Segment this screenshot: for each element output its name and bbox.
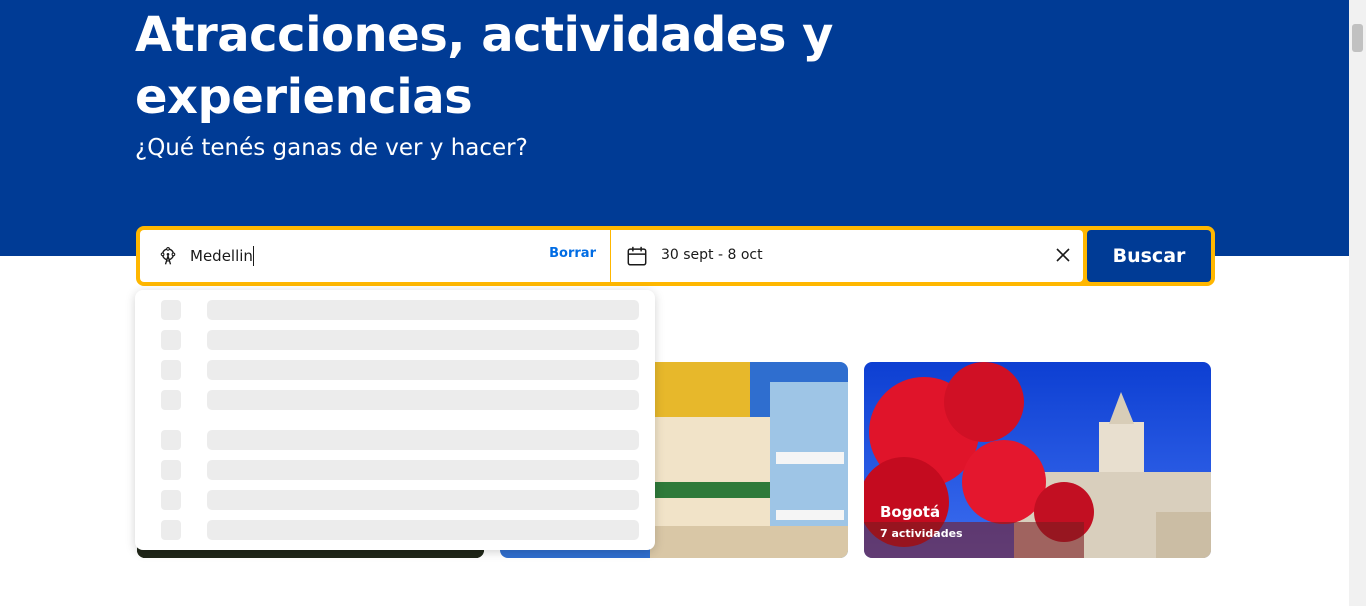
search-button[interactable]: Buscar <box>1087 230 1211 282</box>
date-field[interactable]: 30 sept - 8 oct <box>611 230 1083 282</box>
hero-banner: Atracciones, actividades y experiencias … <box>0 0 1349 256</box>
search-bar: Borrar 30 sept - 8 oct Buscar <box>136 226 1215 286</box>
skeleton-row <box>135 390 655 410</box>
card-activity-count: 7 actividades <box>880 527 963 540</box>
skeleton-row <box>135 330 655 350</box>
clear-destination-link[interactable]: Borrar <box>549 246 596 261</box>
skeleton-row <box>135 430 655 450</box>
destination-field[interactable]: Borrar <box>140 230 610 282</box>
page-scrollbar[interactable] <box>1349 0 1366 606</box>
close-icon[interactable] <box>1055 247 1071 263</box>
calendar-icon <box>627 246 647 266</box>
page-title: Atracciones, actividades y experiencias <box>135 7 833 125</box>
autocomplete-dropdown <box>135 290 655 550</box>
ferris-wheel-icon <box>160 247 176 265</box>
card-city-name: Bogotá <box>880 503 941 521</box>
skeleton-row <box>135 490 655 510</box>
destination-card-bogota[interactable]: Bogotá 7 actividades <box>864 362 1211 558</box>
skeleton-row <box>135 300 655 320</box>
skeleton-row <box>135 360 655 380</box>
skeleton-row <box>135 460 655 480</box>
destination-input[interactable] <box>190 244 530 268</box>
date-range-value: 30 sept - 8 oct <box>661 247 763 263</box>
page-subtitle: ¿Qué tenés ganas de ver y hacer? <box>135 135 528 161</box>
scrollbar-thumb[interactable] <box>1352 24 1363 52</box>
text-caret <box>253 246 254 266</box>
skeleton-row <box>135 520 655 540</box>
